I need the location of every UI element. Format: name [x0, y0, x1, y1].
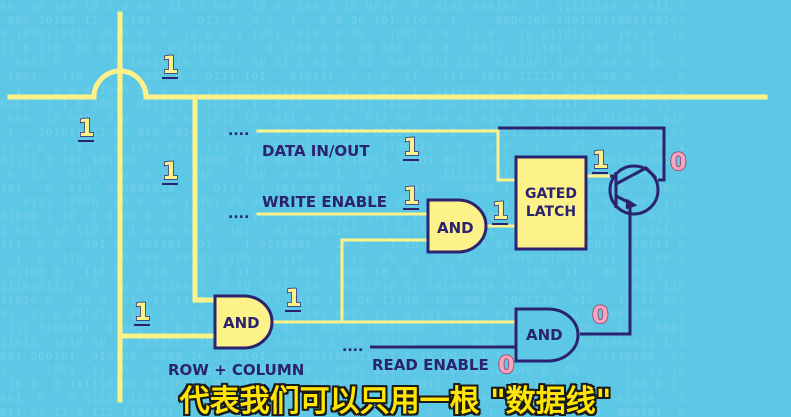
value-latch-out: 1 [592, 146, 609, 174]
read-and-label: AND [526, 326, 563, 344]
write-and-label: AND [437, 219, 474, 237]
latch-label-line2: LATCH [526, 204, 576, 220]
value-read-and-out: 0 [592, 301, 609, 329]
value-mid-vertical: 1 [162, 157, 179, 185]
read-dots: .... [342, 339, 363, 355]
value-top-vertical: 1 [162, 51, 179, 79]
row-select-wire [192, 94, 218, 303]
value-transistor-out: 0 [670, 148, 687, 176]
value-row-and-in: 1 [134, 298, 151, 326]
top-horizontal-bus [7, 68, 768, 100]
write-enable-label: WRITE ENABLE [262, 193, 387, 211]
value-row-and-out: 1 [285, 284, 302, 312]
data-dots: .... [228, 123, 249, 139]
value-read-enable: 0 [498, 351, 515, 379]
value-data-in-out: 1 [403, 133, 420, 161]
value-write-and-out: 1 [492, 197, 509, 225]
latch-label-line1: GATED [525, 186, 577, 202]
gated-latch-box [514, 155, 588, 251]
transistor [608, 164, 660, 216]
row-and-label: AND [223, 314, 260, 332]
value-left-horizontal: 1 [78, 114, 95, 142]
read-enable-label: READ ENABLE [372, 356, 489, 374]
value-write-enable: 1 [403, 182, 420, 210]
write-dots: .... [228, 206, 249, 222]
data-in-out-label: DATA IN/OUT [262, 142, 370, 160]
row-to-write-and [340, 238, 430, 324]
video-subtitle: 代表我们可以只用一根 "数据线" [179, 384, 612, 417]
diagram-canvas: 00 00 100 10 0 0 00 11 01 000 10 0 100 1… [0, 0, 791, 417]
memory-cell-diagram: .... .... .... AND AND AND GATED LATCH D… [7, 11, 768, 403]
